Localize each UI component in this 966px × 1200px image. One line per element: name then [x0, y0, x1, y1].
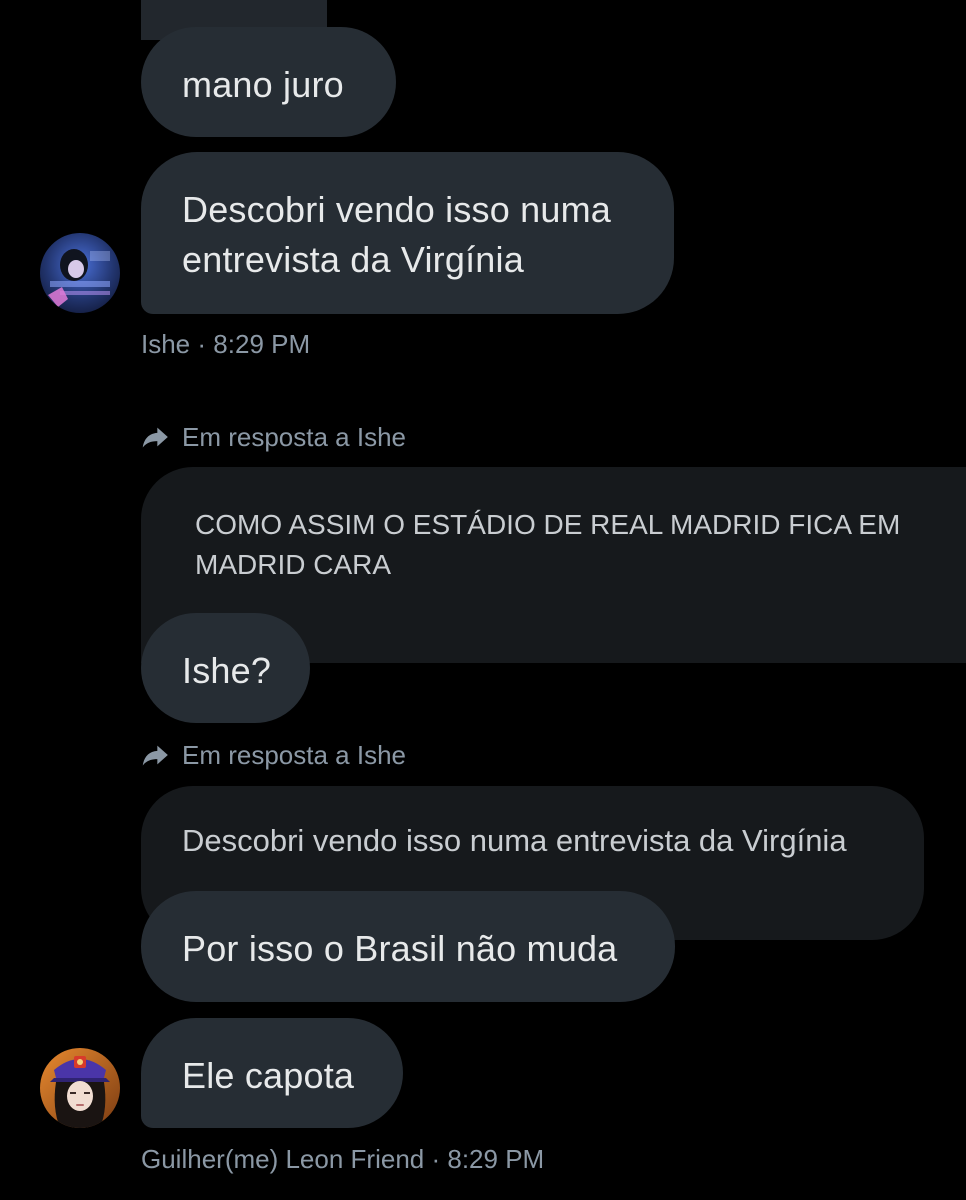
message-bubble-por-isso[interactable]: Por isso o Brasil não muda	[141, 891, 675, 1002]
message-time: 8:29 PM	[447, 1144, 545, 1174]
sender-name[interactable]: Guilher(me) Leon Friend	[141, 1144, 424, 1174]
message-meta-guilherme: Guilher(me) Leon Friend · 8:29 PM	[141, 1142, 544, 1176]
avatar-guilherme[interactable]	[40, 1048, 120, 1128]
message-meta-ishe: Ishe · 8:29 PM	[141, 327, 310, 361]
avatar-ishe-image	[40, 233, 120, 313]
message-text-line-1: Descobri vendo isso numa	[182, 189, 612, 230]
reply-context-text: Em resposta a Ishe	[182, 421, 406, 452]
reply-context-2[interactable]: Em resposta a Ishe	[141, 738, 406, 772]
message-bubble-descobri[interactable]: Descobri vendo isso numa entrevista da V…	[141, 152, 674, 314]
message-text: Por isso o Brasil não muda	[182, 928, 618, 969]
reply-context-text: Em resposta a Ishe	[182, 739, 406, 770]
message-text: Ele capota	[182, 1055, 355, 1096]
message-bubble-ele-capota[interactable]: Ele capota	[141, 1018, 403, 1128]
quoted-text-line-2: MADRID CARA	[195, 549, 392, 580]
quoted-text-line-1: COMO ASSIM O ESTÁDIO DE REAL MADRID FICA…	[195, 509, 901, 540]
meta-separator: ·	[197, 329, 207, 359]
avatar-guilherme-image	[40, 1048, 120, 1128]
message-text-line-2: entrevista da Virgínia	[182, 239, 524, 280]
reply-arrow-icon	[142, 427, 168, 448]
message-text: Ishe?	[182, 650, 272, 691]
message-text: mano juro	[182, 64, 344, 105]
reply-context-1[interactable]: Em resposta a Ishe	[141, 420, 406, 454]
quoted-text-line-1: Descobri vendo isso numa entrevista da V…	[182, 823, 847, 858]
message-bubble-ishe-question[interactable]: Ishe?	[141, 613, 310, 723]
message-bubble-mano-juro[interactable]: mano juro	[141, 27, 396, 137]
sender-name[interactable]: Ishe	[141, 329, 190, 359]
avatar-ishe[interactable]	[40, 233, 120, 313]
message-time: 8:29 PM	[213, 329, 311, 359]
reply-arrow-icon	[142, 745, 168, 766]
meta-separator: ·	[431, 1144, 441, 1174]
